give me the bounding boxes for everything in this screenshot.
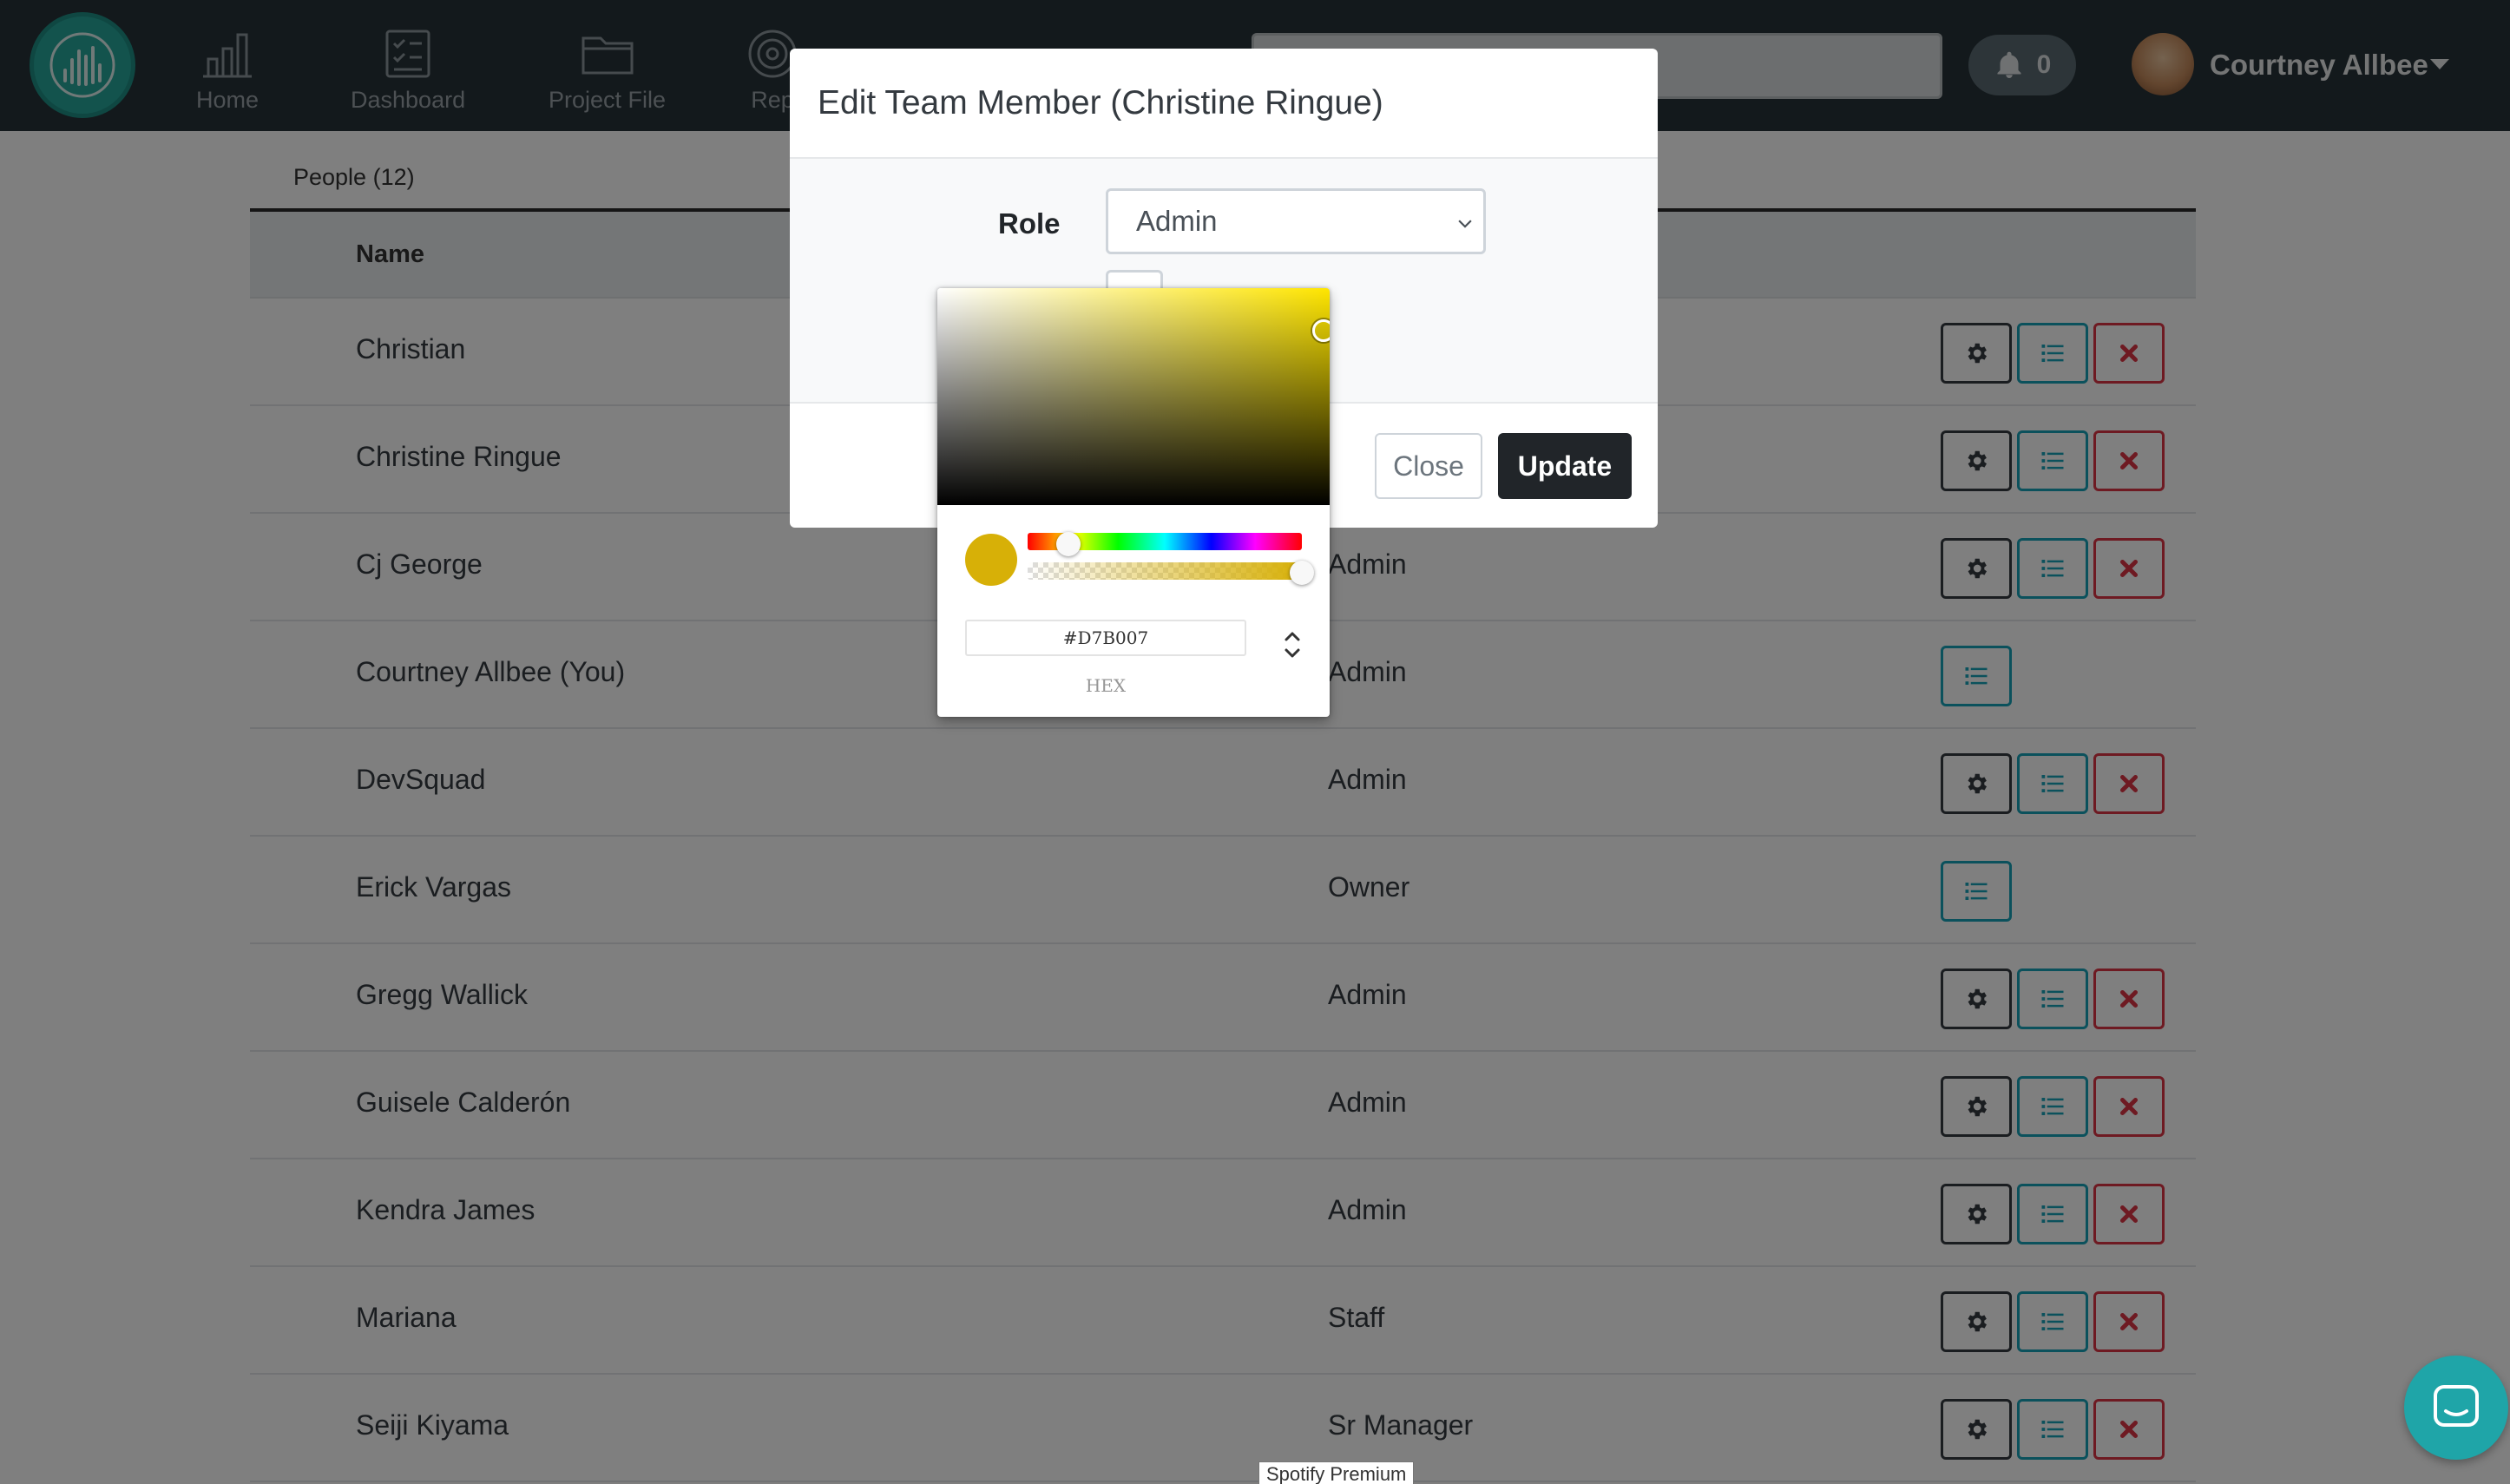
update-button[interactable]: Update bbox=[1498, 433, 1632, 499]
color-preview bbox=[965, 534, 1017, 586]
chat-icon bbox=[2434, 1385, 2479, 1427]
saturation-area[interactable] bbox=[937, 288, 1330, 505]
close-button[interactable]: Close bbox=[1375, 433, 1482, 499]
alpha-slider[interactable] bbox=[1028, 562, 1302, 580]
role-label: Role bbox=[998, 207, 1061, 240]
role-select-value: Admin bbox=[1136, 205, 1218, 237]
chat-launcher-button[interactable] bbox=[2404, 1356, 2508, 1460]
color-mode-toggle[interactable] bbox=[1271, 623, 1314, 666]
saturation-cursor[interactable] bbox=[1312, 319, 1330, 342]
modal-header: Edit Team Member (Christine Ringue) bbox=[790, 49, 1658, 159]
hex-input[interactable] bbox=[965, 620, 1246, 656]
color-picker: HEX bbox=[937, 288, 1330, 717]
chevron-down-icon bbox=[1458, 220, 1472, 228]
role-select[interactable]: Admin bbox=[1106, 188, 1486, 254]
modal-title: Edit Team Member (Christine Ringue) bbox=[818, 83, 1383, 121]
up-down-arrows-icon bbox=[1285, 632, 1300, 658]
hue-slider-thumb[interactable] bbox=[1056, 532, 1081, 556]
tooltip: Spotify Premium bbox=[1258, 1461, 1415, 1484]
hex-label: HEX bbox=[1085, 675, 1127, 696]
alpha-slider-thumb[interactable] bbox=[1290, 561, 1314, 585]
